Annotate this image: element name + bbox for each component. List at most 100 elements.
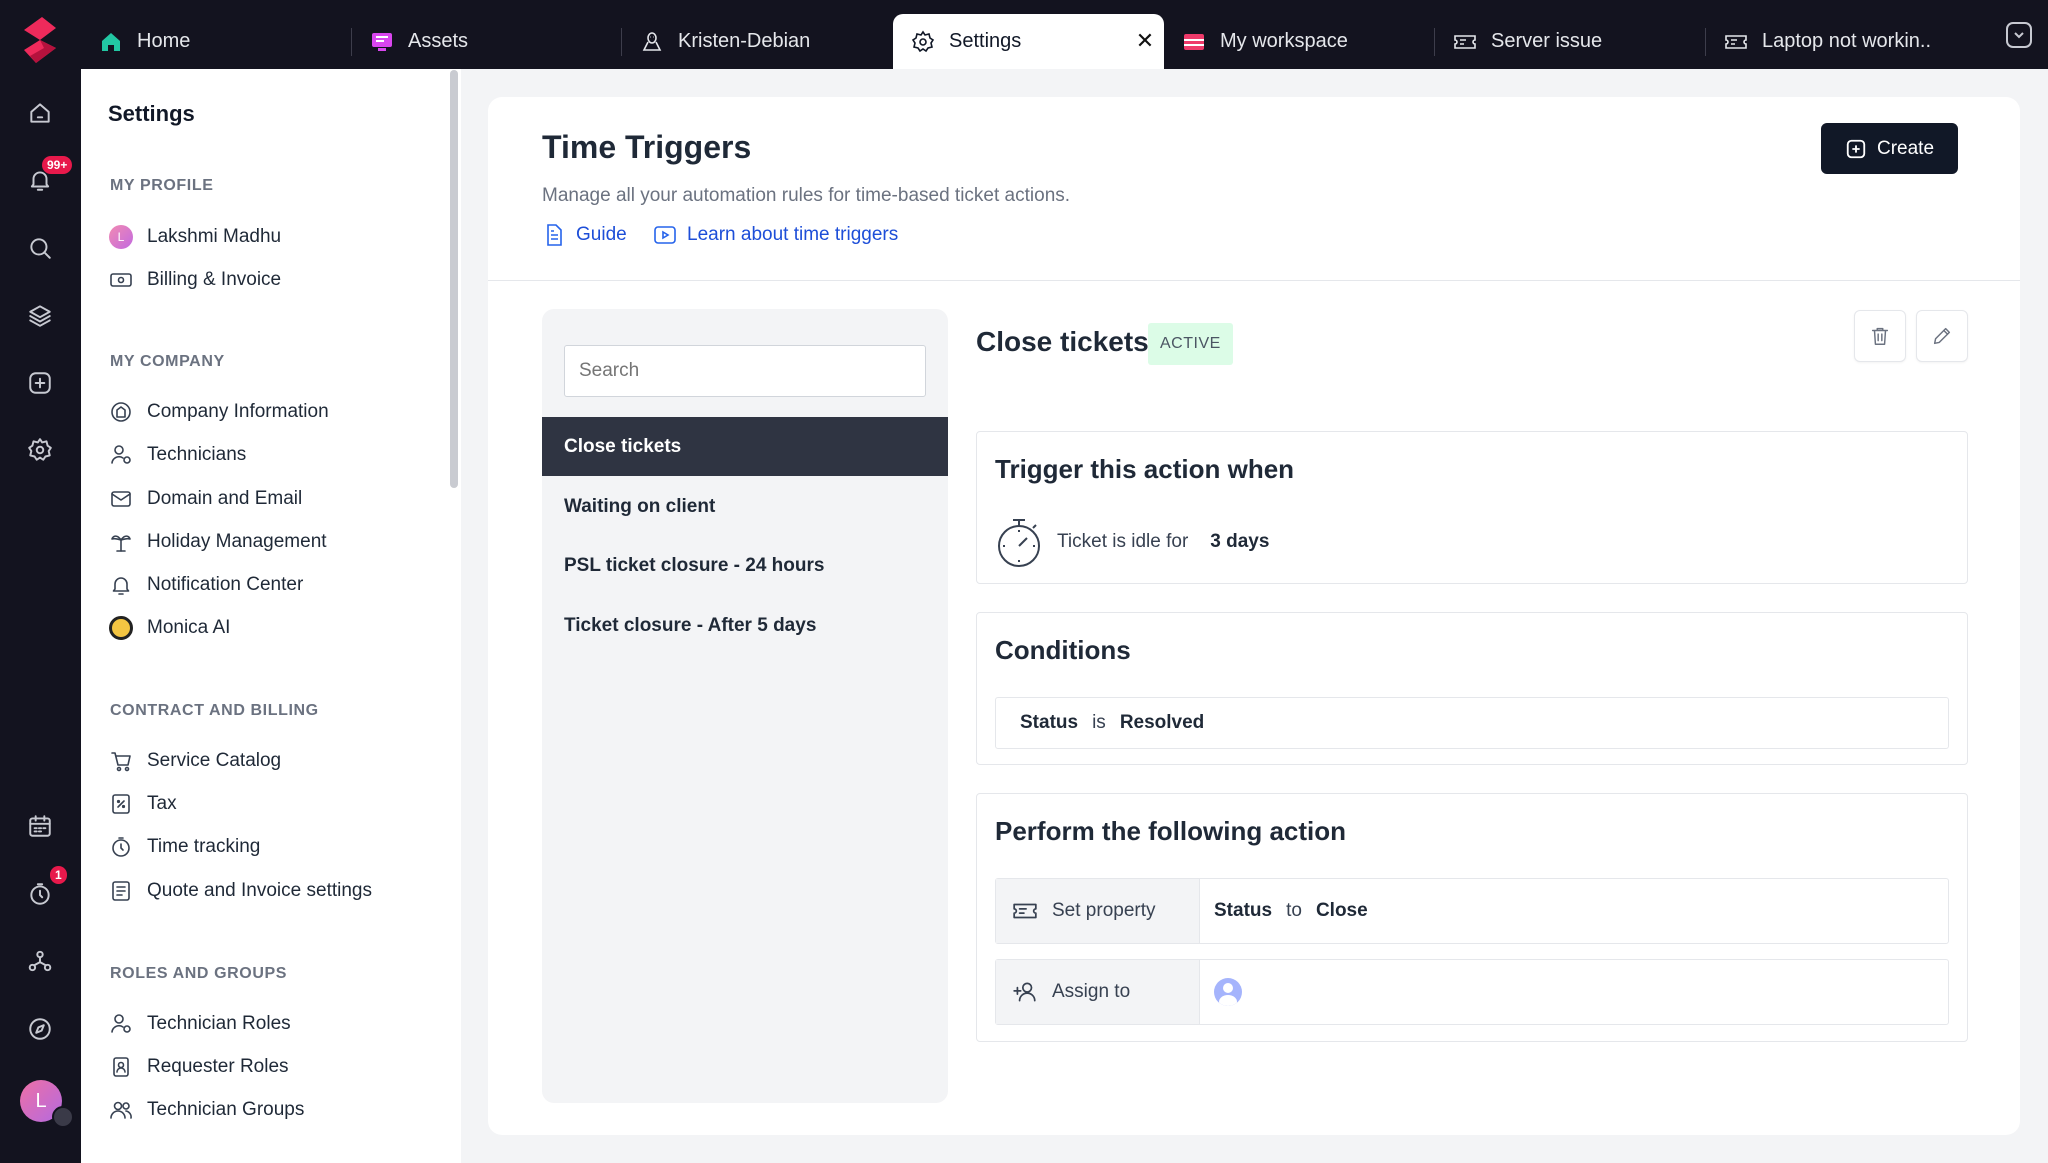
- sidebar-item-notification[interactable]: Notification Center: [109, 570, 303, 600]
- search-input[interactable]: [564, 345, 926, 397]
- sidebar-item-label: Technician Roles: [147, 1013, 291, 1034]
- sidebar-item-time-tracking[interactable]: Time tracking: [109, 832, 260, 862]
- compass-icon[interactable]: [22, 1011, 58, 1047]
- sidebar-item-domain-email[interactable]: Domain and Email: [109, 484, 302, 514]
- detail-title: Close tickets: [976, 326, 1149, 357]
- sidebar-item-quote-invoice[interactable]: Quote and Invoice settings: [109, 876, 372, 906]
- tab-my-workspace[interactable]: My workspace: [1164, 14, 1434, 69]
- home-icon[interactable]: [22, 95, 58, 131]
- app-logo[interactable]: [16, 14, 64, 66]
- section-my-company: MY COMPANY: [110, 353, 225, 370]
- condition-value: Resolved: [1119, 712, 1205, 733]
- bell-icon: [112, 577, 130, 595]
- gear-icon[interactable]: [22, 432, 58, 468]
- page-title: Time Triggers: [542, 129, 752, 165]
- sidebar-item-technician-roles[interactable]: Technician Roles: [109, 1009, 291, 1039]
- tab-laptop-not-working[interactable]: Laptop not workin..: [1706, 14, 1976, 69]
- sidebar-item-service-catalog[interactable]: Service Catalog: [109, 746, 281, 776]
- monica-ai-icon: [109, 616, 133, 640]
- assign-label: Assign to: [996, 960, 1200, 1024]
- sidebar-item-technicians[interactable]: Technicians: [109, 440, 246, 470]
- qr-icon[interactable]: [52, 1106, 74, 1128]
- sidebar-item-monica-ai[interactable]: Monica AI: [109, 613, 230, 643]
- assignee-avatar: [1214, 978, 1242, 1006]
- sidebar-item-label: Technician Groups: [147, 1099, 305, 1120]
- sidebar-item-tax[interactable]: Tax: [109, 789, 177, 819]
- trigger-item-close-tickets[interactable]: Close tickets: [542, 417, 948, 476]
- edit-button[interactable]: [1916, 310, 1968, 362]
- monitor-icon: [372, 32, 392, 51]
- stopwatch-icon: [112, 837, 130, 857]
- condition-field: Status: [1020, 712, 1079, 733]
- main-panel: Time Triggers Manage all your automation…: [488, 97, 2020, 1135]
- ticket-icon: [1013, 903, 1037, 919]
- pencil-icon: [1933, 327, 1951, 345]
- sidebar-item-profile[interactable]: L Lakshmi Madhu: [109, 222, 281, 252]
- search-icon[interactable]: [22, 230, 58, 266]
- condition-operator: is: [1092, 712, 1106, 733]
- section-contract-billing: CONTRACT AND BILLING: [110, 702, 319, 719]
- tab-label: My workspace: [1220, 30, 1348, 52]
- chevron-down-icon: [2014, 32, 2024, 39]
- tab-kristen-debian[interactable]: Kristen-Debian: [622, 14, 891, 69]
- add-icon[interactable]: [22, 365, 58, 401]
- sidebar-item-label: Domain and Email: [147, 488, 303, 509]
- mail-icon: [111, 491, 131, 507]
- sidebar-item-label: Lakshmi Madhu: [147, 226, 282, 247]
- conditions-heading: Conditions: [995, 635, 1131, 665]
- network-icon[interactable]: [22, 943, 58, 979]
- tab-list-menu[interactable]: [2006, 22, 2032, 48]
- trigger-text: Ticket is idle for: [1057, 531, 1189, 552]
- sidebar-item-label: Company Information: [147, 401, 329, 422]
- set-property-value: Status to Close: [1200, 879, 1948, 943]
- sidebar-item-requester-roles[interactable]: Requester Roles: [109, 1052, 289, 1082]
- trigger-item-psl-closure[interactable]: PSL ticket closure - 24 hours: [542, 536, 948, 595]
- trigger-card: Trigger this action when Ticket is idle …: [976, 431, 1968, 584]
- sidebar-item-label: Notification Center: [147, 574, 304, 595]
- trigger-item-closure-5-days[interactable]: Ticket closure - After 5 days: [542, 596, 948, 655]
- assign-text: Assign to: [1052, 981, 1131, 1002]
- trigger-item-waiting-on-client[interactable]: Waiting on client: [542, 477, 948, 536]
- settings-sidebar: Settings MY PROFILE L Lakshmi Madhu Bill…: [81, 69, 461, 1163]
- sidebar-item-label: Holiday Management: [147, 531, 327, 552]
- tab-label: Laptop not workin..: [1762, 30, 1931, 52]
- home-icon: [102, 32, 120, 51]
- layers-icon[interactable]: [22, 297, 58, 333]
- plus-icon: [1846, 139, 1866, 158]
- stopwatch-icon: [998, 519, 1040, 567]
- gear-icon: [911, 30, 935, 52]
- sidebar-item-technician-groups[interactable]: Technician Groups: [109, 1095, 304, 1125]
- tab-settings[interactable]: Settings ✕: [893, 14, 1164, 69]
- conditions-card: Conditions Status is Resolved: [976, 612, 1968, 765]
- ticket-icon: [1454, 34, 1476, 49]
- sidebar-scrollbar[interactable]: [450, 70, 458, 488]
- tax-icon: [112, 794, 130, 814]
- set-property-label: Set property: [996, 879, 1200, 943]
- icon-rail: 99+ 1 L: [0, 0, 81, 1163]
- technician-icon: [111, 445, 131, 464]
- tab-home[interactable]: Home: [81, 14, 351, 69]
- notifications-badge: 99+: [42, 156, 73, 174]
- close-tab-icon[interactable]: ✕: [1134, 28, 1156, 53]
- document-list-icon: [112, 881, 130, 901]
- guide-link[interactable]: Guide: [542, 223, 627, 247]
- learn-link[interactable]: Learn about time triggers: [653, 223, 898, 247]
- video-icon: [654, 226, 676, 244]
- trigger-value: 3 days: [1210, 531, 1270, 552]
- sidebar-item-company-info[interactable]: Company Information: [109, 397, 329, 427]
- timer-badge: 1: [50, 866, 67, 884]
- tab-server-issue[interactable]: Server issue: [1435, 14, 1705, 69]
- trigger-condition-row: Ticket is idle for 3 days: [995, 516, 1269, 568]
- create-button[interactable]: Create: [1821, 123, 1958, 174]
- actions-card: Perform the following action Set propert…: [976, 793, 1968, 1042]
- learn-link-label: Learn about time triggers: [687, 224, 899, 245]
- profile-avatar: L: [109, 225, 133, 249]
- sidebar-item-billing[interactable]: Billing & Invoice: [109, 265, 281, 295]
- badge-icon: [113, 1057, 129, 1077]
- delete-button[interactable]: [1854, 310, 1906, 362]
- create-button-label: Create: [1876, 137, 1935, 159]
- tab-assets[interactable]: Assets: [352, 14, 621, 69]
- calendar-icon[interactable]: [22, 808, 58, 844]
- sidebar-item-holiday[interactable]: Holiday Management: [109, 527, 327, 557]
- section-my-profile: MY PROFILE: [110, 177, 214, 194]
